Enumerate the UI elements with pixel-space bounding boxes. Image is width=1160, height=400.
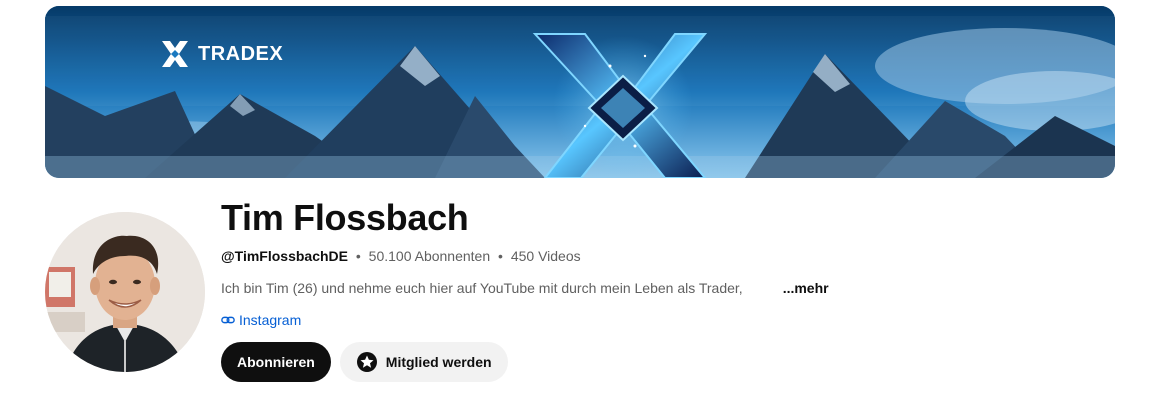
brand-name: TRADEX xyxy=(198,42,284,65)
meta-separator: • xyxy=(355,248,361,264)
channel-banner: TRADEX xyxy=(45,6,1115,178)
avatar-image xyxy=(45,212,205,372)
link-icon xyxy=(221,316,235,324)
instagram-link-label: Instagram xyxy=(239,312,302,328)
channel-handle: @TimFlossbachDE xyxy=(221,248,348,264)
description-text: Ich bin Tim (26) und nehme euch hier auf… xyxy=(221,280,743,296)
tradex-brand: TRADEX xyxy=(160,39,283,69)
more-link[interactable]: ...mehr xyxy=(783,278,829,298)
channel-info: Tim Flossbach @TimFlossbachDE • 50.100 A… xyxy=(221,196,1101,382)
instagram-link[interactable]: Instagram xyxy=(221,310,1101,330)
meta-separator: • xyxy=(498,248,503,264)
tradex-logo-icon xyxy=(162,41,188,67)
join-member-button[interactable]: Mitglied werden xyxy=(339,342,508,382)
join-member-label: Mitglied werden xyxy=(385,354,492,370)
channel-name: Tim Flossbach xyxy=(221,197,469,238)
channel-avatar[interactable] xyxy=(45,212,205,372)
subscribe-button[interactable]: Abonnieren xyxy=(221,342,331,382)
video-count: 450 Videos xyxy=(510,248,581,264)
channel-description[interactable]: Ich bin Tim (26) und nehme euch hier auf… xyxy=(221,278,1101,298)
star-badge-icon xyxy=(356,352,377,372)
channel-meta: @TimFlossbachDE • 50.100 Abonnenten • 45… xyxy=(221,246,1101,266)
channel-actions: Abonnieren Mitglied werden xyxy=(221,342,1101,382)
subscriber-count: 50.100 Abonnenten xyxy=(368,248,491,264)
banner-artwork xyxy=(45,6,1115,178)
